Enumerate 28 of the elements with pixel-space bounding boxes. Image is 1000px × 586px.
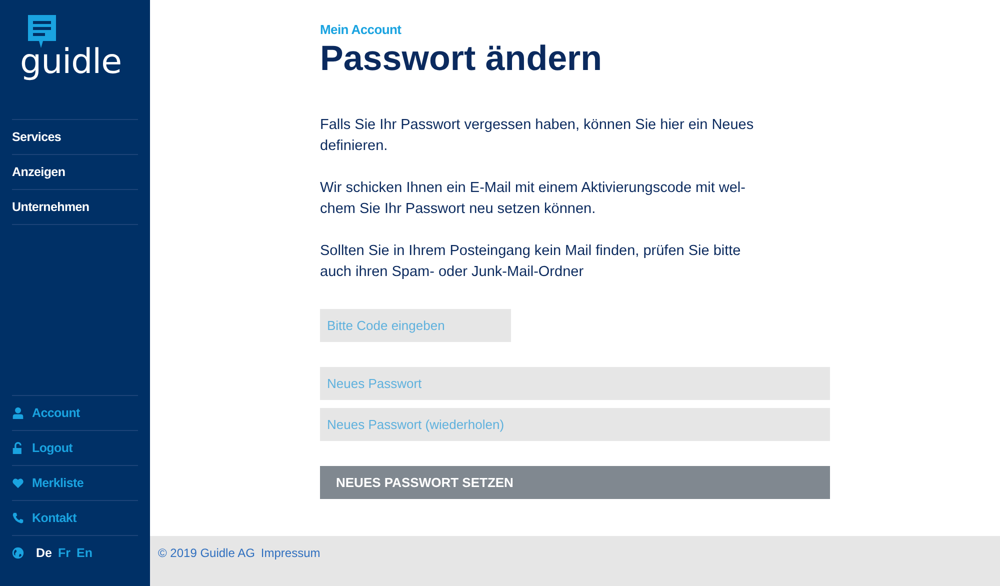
menu-link[interactable]: Account: [12, 396, 138, 431]
imprint-link[interactable]: Impressum: [260, 546, 320, 560]
language-link[interactable]: Fr: [58, 546, 70, 560]
logo-wordmark[interactable]: guidle: [20, 44, 122, 80]
copyright-text: © 2019 Guidle AG: [158, 546, 255, 560]
breadcrumb-link[interactable]: Mein Account: [320, 22, 402, 37]
code-field[interactable]: Bitte Code eingeben: [320, 309, 511, 342]
password-field[interactable]: Neues Passwort: [320, 367, 830, 400]
nav-link[interactable]: Services: [12, 120, 138, 155]
lock-icon: [12, 442, 24, 454]
submit-button[interactable]: NEUES PASSWORT SETZEN: [320, 466, 830, 499]
paragraph: Wir schicken Ihnen ein E-Mail mit einem Aktivierungscode mit wel- chem Sie Ihr Passwort neu setzen können.: [320, 179, 746, 219]
paragraph: Falls Sie Ihr Passwort vergessen haben, können Sie hier ein Neues definieren.: [320, 116, 754, 156]
nav-link[interactable]: Unternehmen: [12, 190, 138, 225]
user-icon: [12, 407, 24, 419]
paragraph: Sollten Sie in Ihrem Posteingang kein Mail finden, prüfen Sie bitte auch ihren Spam- oder Junk-Mail-Ordner: [320, 242, 741, 282]
page-title: Passwort ändern: [320, 39, 602, 79]
menu-link[interactable]: Logout: [12, 431, 138, 466]
nav-link[interactable]: Anzeigen: [12, 155, 138, 190]
menu-link[interactable]: Kontakt: [12, 501, 138, 536]
speech-bubble-icon: [28, 15, 56, 48]
menu-link[interactable]: Merkliste: [12, 466, 138, 501]
phone-icon: [12, 512, 24, 524]
language-link[interactable]: De: [36, 546, 52, 560]
globe-icon: [12, 547, 24, 559]
language-link[interactable]: En: [76, 546, 92, 560]
password-field[interactable]: Neues Passwort (wiederholen): [320, 408, 830, 441]
heart-icon: [12, 477, 24, 489]
